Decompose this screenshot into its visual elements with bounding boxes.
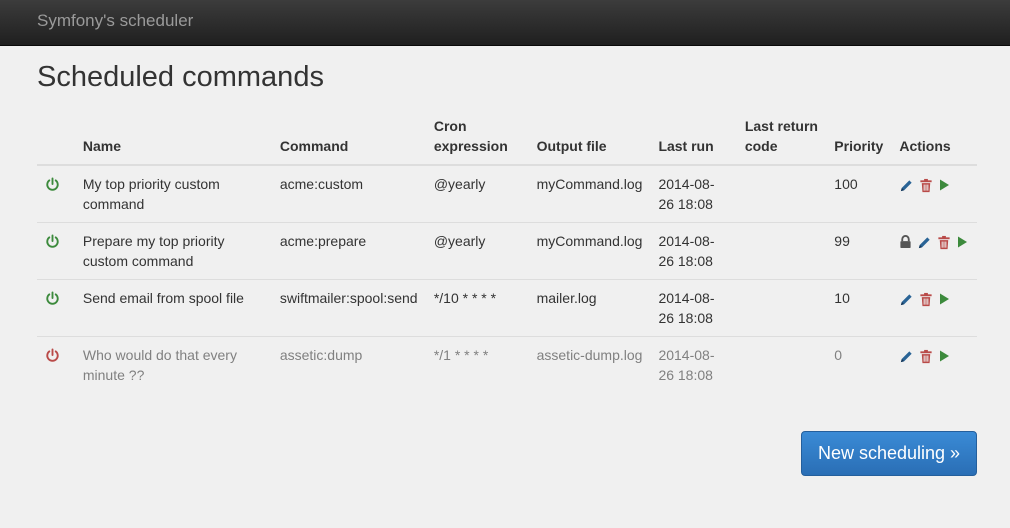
output-file-cell: myCommand.log (528, 222, 651, 280)
command-cell: acme:custom (279, 176, 364, 192)
cron-cell: */1 * * * * (425, 336, 529, 393)
lock-icon[interactable] (899, 233, 913, 249)
output-file-cell: myCommand.log (536, 176, 643, 192)
last-return-code-cell (736, 279, 827, 337)
status-cell (37, 336, 75, 393)
priority-cell: 100 (834, 176, 858, 192)
last-run-cell: 2014-08-26 18:08 (650, 279, 737, 337)
last-run-cell: 2014-08-26 18:08 (658, 176, 715, 212)
command-cell: swiftmailer:spool:send (271, 279, 426, 337)
output-file-cell: mailer.log (528, 279, 651, 337)
status-cell (37, 279, 75, 337)
power-on-icon[interactable] (45, 291, 60, 306)
header-last-run: Last run (650, 112, 737, 166)
last-return-code-cell (737, 165, 826, 223)
play-icon[interactable] (938, 176, 951, 192)
last-return-code-cell (736, 336, 827, 393)
power-on-icon[interactable] (45, 234, 60, 249)
table-header-row: Name Command Cron expression Output file… (37, 112, 977, 166)
table-row: Send email from spool file swiftmailer:sp… (37, 279, 977, 337)
name-cell: My top priority custom command (82, 176, 220, 212)
last-run-cell: 2014-08-26 18:08 (650, 222, 737, 280)
command-cell: acme:prepare (271, 222, 426, 280)
command-cell: assetic:dump (271, 336, 426, 393)
power-on-icon[interactable] (45, 177, 60, 192)
pencil-icon[interactable] (899, 290, 915, 306)
priority-cell: 0 (826, 336, 892, 393)
header-name: Name (74, 112, 272, 166)
power-off-icon[interactable] (45, 348, 60, 363)
name-cell: Send email from spool file (74, 279, 272, 337)
status-cell (37, 222, 75, 280)
pencil-icon[interactable] (917, 233, 933, 249)
trash-icon[interactable] (919, 176, 934, 192)
priority-cell: 99 (826, 222, 892, 280)
header-command: Command (271, 112, 426, 166)
header-priority: Priority (826, 112, 892, 166)
brand-link[interactable]: Symfony's scheduler (37, 11, 193, 31)
trash-icon[interactable] (919, 347, 934, 363)
header-actions: Actions (891, 112, 977, 166)
last-return-code-cell (736, 222, 827, 280)
play-icon[interactable] (938, 290, 951, 306)
actions-cell (891, 222, 977, 280)
priority-cell: 10 (826, 279, 892, 337)
last-run-cell: 2014-08-26 18:08 (650, 336, 737, 393)
play-icon[interactable] (938, 347, 951, 363)
status-cell (37, 165, 75, 223)
cron-cell: @yearly (425, 222, 529, 280)
scheduled-commands-table: Name Command Cron expression Output file… (37, 112, 977, 393)
pencil-icon[interactable] (899, 347, 915, 363)
name-cell: Who would do that every minute ?? (74, 336, 272, 393)
table-row: My top priority custom command acme:custo… (37, 165, 977, 223)
header-cron-expression: Cron expression (425, 112, 529, 166)
header-status (37, 112, 75, 166)
table-row: Prepare my top priority custom command ac… (37, 222, 977, 280)
new-scheduling-button[interactable]: New scheduling » (801, 431, 977, 476)
header-last-return-code: Last return code (736, 112, 827, 166)
cron-cell: @yearly (433, 176, 486, 192)
trash-icon[interactable] (937, 233, 952, 249)
output-file-cell: assetic-dump.log (528, 336, 651, 393)
cron-cell: */10 * * * * (425, 279, 529, 337)
name-cell: Prepare my top priority custom command (74, 222, 272, 280)
actions-cell (891, 336, 977, 393)
actions-cell (891, 165, 977, 223)
trash-icon[interactable] (919, 290, 934, 306)
play-icon[interactable] (956, 233, 969, 249)
actions-cell (891, 279, 977, 337)
header-output-file: Output file (528, 112, 651, 166)
top-navbar: Symfony's scheduler (0, 0, 1010, 46)
page-title: Scheduled commands (37, 61, 324, 93)
table-row: Who would do that every minute ?? assetic… (37, 336, 977, 393)
pencil-icon[interactable] (899, 176, 915, 192)
